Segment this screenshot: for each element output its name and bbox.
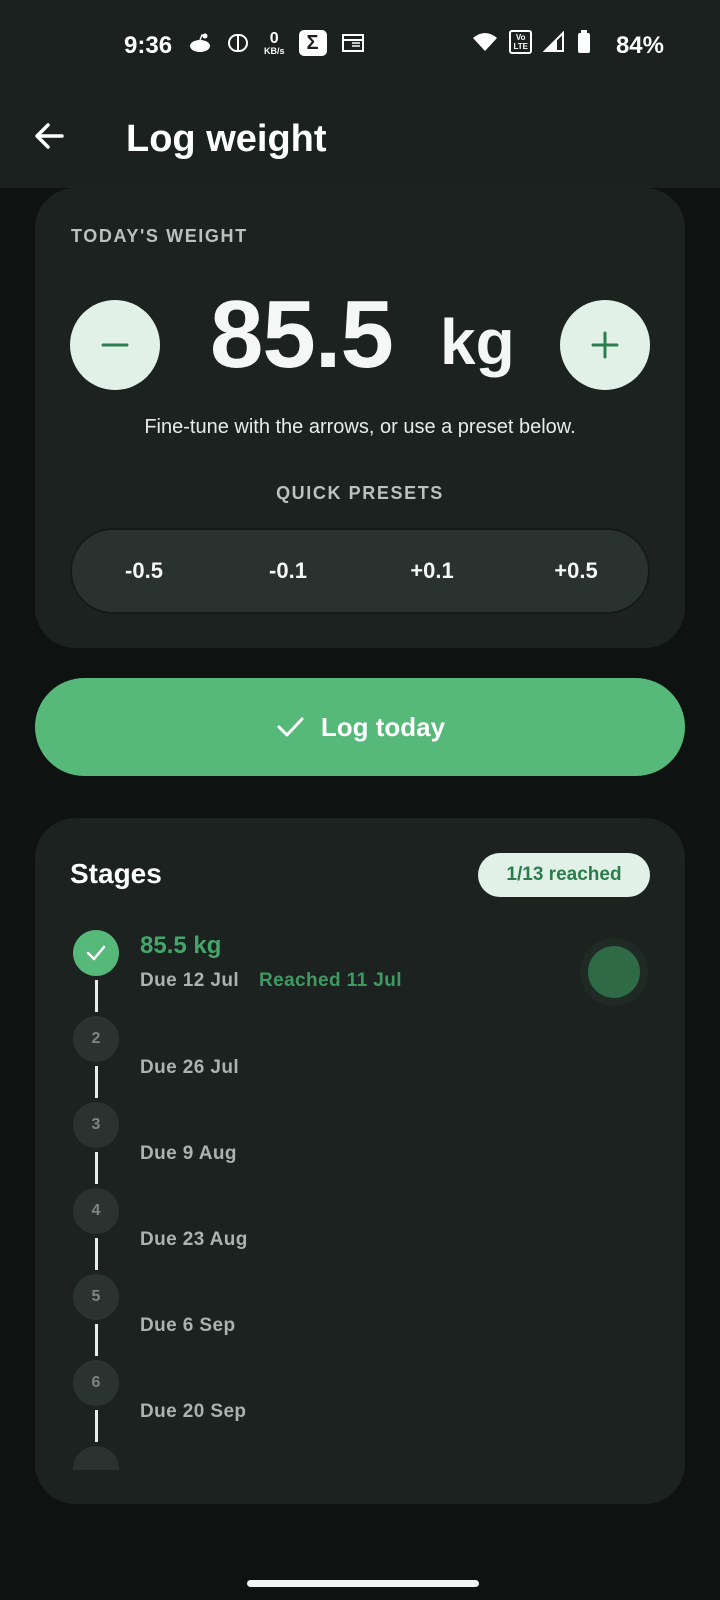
stage-action-icon — [588, 946, 640, 998]
net-speed-value: 0 — [269, 29, 279, 47]
preset-plus-0-1[interactable]: +0.1 — [372, 558, 492, 584]
network-speed: 0 KB/s — [264, 29, 285, 56]
app-bar: Log weight — [0, 92, 720, 188]
status-icons-left: 0 KB/s Σ — [188, 30, 365, 56]
data-saver-icon — [226, 31, 250, 55]
stage-node-4: 4 — [73, 1188, 119, 1234]
stage-connector — [95, 1152, 98, 1184]
quick-presets-label: QUICK PRESETS — [276, 483, 444, 503]
reached-badge: 1/13 reached — [478, 853, 650, 897]
check-icon — [277, 717, 304, 737]
home-indicator[interactable] — [247, 1580, 479, 1587]
quick-presets-group: -0.5 -0.1 +0.1 +0.5 — [70, 528, 650, 614]
calendar-icon — [341, 31, 365, 55]
fine-tune-hint: Fine-tune with the arrows, or use a pres… — [144, 416, 576, 438]
preset-minus-0-5[interactable]: -0.5 — [84, 558, 204, 584]
weight-unit: kg — [440, 306, 515, 378]
stage-due-date: Due 23 Aug — [140, 1229, 248, 1250]
stage-due-date: Due 20 Sep — [140, 1401, 247, 1422]
stage-due-date: Due 9 Aug — [140, 1143, 237, 1164]
stage-weight: 85.5 kg — [140, 932, 222, 959]
sigma-icon: Σ — [298, 30, 327, 56]
stage-node-1 — [73, 930, 119, 976]
page-title: Log weight — [126, 118, 327, 160]
decrease-weight-button[interactable] — [70, 300, 160, 390]
stage-action-button[interactable] — [580, 938, 648, 1006]
stage-connector — [95, 1066, 98, 1098]
preset-plus-0-5[interactable]: +0.5 — [516, 558, 636, 584]
stage-connector — [95, 1238, 98, 1270]
log-today-button[interactable]: Log today — [35, 678, 685, 776]
stage-connector — [95, 980, 98, 1012]
stage-node-3: 3 — [73, 1102, 119, 1148]
stage-node-5: 5 — [73, 1274, 119, 1320]
stage-node-7 — [73, 1446, 119, 1470]
net-speed-unit: KB/s — [264, 45, 285, 56]
stage-due-date: Due 12 Jul — [140, 970, 240, 991]
stage-due-date: Due 6 Sep — [140, 1315, 236, 1336]
arrow-back-icon — [35, 123, 64, 149]
wifi-icon — [471, 30, 499, 54]
status-icons-right: Vo LTE — [471, 30, 592, 54]
stage-node-2: 2 — [73, 1016, 119, 1062]
status-time: 9:36 — [124, 32, 173, 59]
minus-icon — [101, 343, 129, 347]
signal-icon — [542, 30, 566, 54]
battery-icon — [576, 30, 592, 54]
stage-node-6: 6 — [73, 1360, 119, 1406]
increase-weight-button[interactable] — [560, 300, 650, 390]
back-button[interactable] — [30, 116, 70, 156]
check-icon — [86, 945, 106, 961]
preset-minus-0-1[interactable]: -0.1 — [228, 558, 348, 584]
volte-icon: Vo LTE — [509, 30, 532, 54]
reddit-icon — [188, 31, 212, 55]
weight-value: 85.5 — [210, 281, 394, 388]
battery-percent: 84% — [615, 32, 664, 59]
stage-list: 85.5 kg Due 12 Jul Reached 11 Jul 2 Due … — [35, 920, 685, 1470]
log-today-label: Log today — [320, 711, 446, 742]
todays-weight-label: TODAY'S WEIGHT — [71, 226, 248, 246]
stage-reached-date: Reached 11 Jul — [259, 970, 402, 991]
status-bar: 9:36 0 KB/s Σ Vo LTE 84% — [0, 0, 720, 92]
stage-due-date: Due 26 Jul — [140, 1057, 240, 1078]
stages-title: Stages — [70, 858, 162, 889]
stage-connector — [95, 1410, 98, 1442]
stage-connector — [95, 1324, 98, 1356]
plus-icon — [591, 331, 619, 359]
